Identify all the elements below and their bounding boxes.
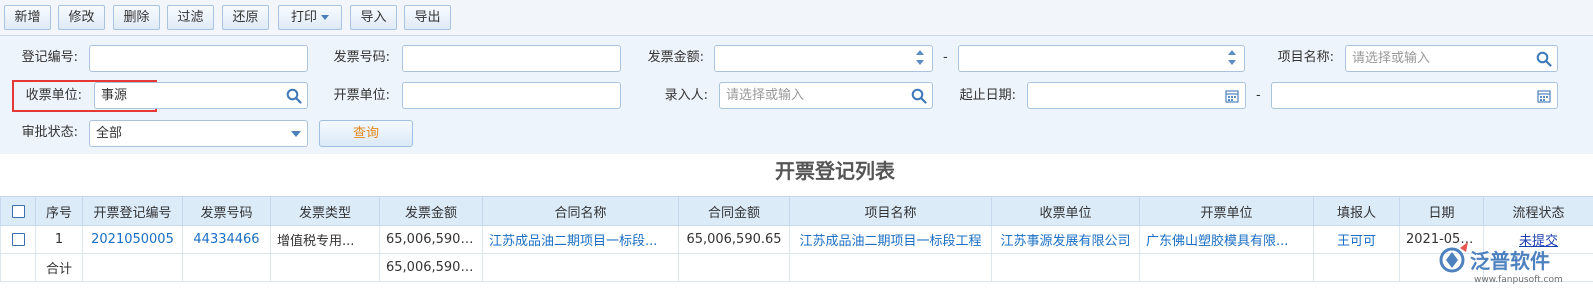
- issuer-unit-link[interactable]: 广东佛山塑胶模具有限...: [1139, 225, 1314, 254]
- column-header[interactable]: 合同名称: [482, 196, 679, 226]
- empty-cell: [482, 253, 679, 282]
- total-invoice-amount: 65,006,590.65: [379, 253, 483, 282]
- column-header[interactable]: 序号: [35, 196, 83, 226]
- row-checkbox[interactable]: [11, 233, 25, 246]
- payee-unit-label: 收票单位:: [25, 88, 82, 103]
- column-header[interactable]: 填报人: [1313, 196, 1400, 226]
- seq-cell: 1: [35, 225, 83, 254]
- end-date-input[interactable]: [1271, 82, 1558, 109]
- column-header[interactable]: 项目名称: [789, 196, 992, 226]
- invoice-register-table: 序号 开票登记编号 发票号码 发票类型 发票金额 合同名称 合同金额 项目名称 …: [0, 196, 1593, 282]
- row-select-cell[interactable]: [0, 225, 36, 254]
- column-header[interactable]: 合同金额: [678, 196, 790, 226]
- export-button[interactable]: 导出: [404, 5, 451, 30]
- reg-no-link[interactable]: 2021050005: [82, 225, 183, 254]
- total-row: 合计 65,006,590.65: [0, 253, 1593, 282]
- stepper-arrows-icon[interactable]: [1228, 50, 1236, 68]
- start-date-input[interactable]: [1027, 82, 1246, 109]
- project-name-label: 项目名称:: [1277, 50, 1334, 65]
- select-all-cell[interactable]: [0, 196, 36, 226]
- stepper-arrows-icon[interactable]: [916, 50, 924, 68]
- query-button[interactable]: 查询: [319, 120, 413, 147]
- add-button[interactable]: 新增: [4, 5, 51, 30]
- column-header[interactable]: 开票单位: [1139, 196, 1314, 226]
- table-header-row: 序号 开票登记编号 发票号码 发票类型 发票金额 合同名称 合同金额 项目名称 …: [0, 196, 1593, 226]
- watermark-brand: 泛普软件: [1470, 249, 1550, 273]
- column-header[interactable]: 收票单位: [991, 196, 1140, 226]
- invoice-amount-cell: 65,006,590.65: [379, 225, 483, 254]
- empty-cell: [182, 253, 271, 282]
- search-icon[interactable]: [1536, 51, 1552, 67]
- calendar-icon[interactable]: [1536, 88, 1552, 104]
- list-title: 开票登记列表: [775, 159, 895, 183]
- invoice-no-link[interactable]: 44334466: [182, 225, 271, 254]
- entered-by-placeholder: 请选择或输入: [726, 88, 805, 103]
- approval-status-label: 审批状态:: [21, 125, 78, 140]
- select-all-checkbox[interactable]: [11, 204, 25, 218]
- filter-button[interactable]: 过滤: [167, 5, 214, 30]
- approval-status-select[interactable]: 全部: [89, 120, 308, 147]
- empty-cell: [678, 253, 790, 282]
- reg-no-input[interactable]: [89, 45, 308, 72]
- empty-cell: [991, 253, 1140, 282]
- payee-unit-value: 事源: [101, 88, 128, 103]
- column-header[interactable]: 开票登记编号: [82, 196, 183, 226]
- invoice-no-input[interactable]: [402, 45, 621, 72]
- calendar-icon[interactable]: [1224, 88, 1240, 104]
- date-range-label: 起止日期:: [959, 88, 1016, 103]
- project-name-link[interactable]: 江苏成品油二期项目一标段工程: [789, 225, 992, 254]
- watermark-url: www.fanpusoft.com: [1474, 275, 1563, 285]
- payee-unit-input[interactable]: 事源: [94, 82, 308, 109]
- column-header[interactable]: 发票类型: [270, 196, 380, 226]
- amount-separator: -: [943, 50, 948, 65]
- invoice-type-cell: 增值税专用...: [270, 225, 380, 254]
- invoice-amount-label: 发票金额:: [647, 50, 704, 65]
- contract-amount-cell: 65,006,590.65: [678, 225, 790, 254]
- empty-cell: [1313, 253, 1400, 282]
- column-header[interactable]: 发票金额: [379, 196, 483, 226]
- fanpu-watermark-logo: 泛普软件 www.fanpusoft.com: [1439, 242, 1563, 285]
- approval-status-value: 全部: [96, 126, 123, 141]
- issuer-unit-label: 开票单位:: [333, 88, 390, 103]
- chevron-down-icon: [321, 15, 329, 20]
- date-separator: -: [1256, 88, 1261, 103]
- restore-button[interactable]: 还原: [222, 5, 269, 30]
- search-icon[interactable]: [286, 88, 302, 104]
- total-label: 合计: [35, 253, 83, 282]
- import-button[interactable]: 导入: [350, 5, 397, 30]
- empty-cell: [0, 253, 36, 282]
- entered-by-input[interactable]: 请选择或输入: [719, 82, 933, 109]
- edit-button[interactable]: 修改: [58, 5, 105, 30]
- empty-cell: [270, 253, 380, 282]
- project-name-input[interactable]: 请选择或输入: [1345, 45, 1558, 72]
- table-row[interactable]: 1 2021050005 44334466 增值税专用... 65,006,59…: [0, 225, 1593, 254]
- empty-cell: [1139, 253, 1314, 282]
- issuer-unit-input[interactable]: [402, 82, 621, 109]
- print-dropdown-button[interactable]: 打印: [278, 5, 342, 30]
- chevron-down-icon: [291, 131, 301, 137]
- project-name-placeholder: 请选择或输入: [1352, 51, 1431, 66]
- contract-name-link[interactable]: 江苏成品油二期项目一标段...: [482, 225, 679, 254]
- entered-by-label: 录入人:: [664, 88, 708, 103]
- search-icon[interactable]: [911, 88, 927, 104]
- column-header[interactable]: 发票号码: [182, 196, 271, 226]
- column-header[interactable]: 流程状态: [1483, 196, 1593, 226]
- column-header[interactable]: 日期: [1399, 196, 1484, 226]
- filter-panel: 登记编号: 发票号码: 发票金额: - 项目名称: 请选择或输入 收票单位: 事…: [0, 36, 1593, 154]
- delete-button[interactable]: 删除: [113, 5, 160, 30]
- reporter-link[interactable]: 王可可: [1313, 225, 1400, 254]
- print-label: 打印: [290, 10, 317, 25]
- payee-unit-link[interactable]: 江苏事源发展有限公司: [991, 225, 1140, 254]
- invoice-amount-from-input[interactable]: [714, 45, 933, 72]
- toolbar: 新增 修改 删除 过滤 还原 打印 导入 导出: [0, 0, 1593, 36]
- empty-cell: [789, 253, 992, 282]
- invoice-amount-to-input[interactable]: [958, 45, 1245, 72]
- empty-cell: [82, 253, 183, 282]
- invoice-no-label: 发票号码:: [333, 50, 390, 65]
- reg-no-label: 登记编号:: [21, 50, 78, 65]
